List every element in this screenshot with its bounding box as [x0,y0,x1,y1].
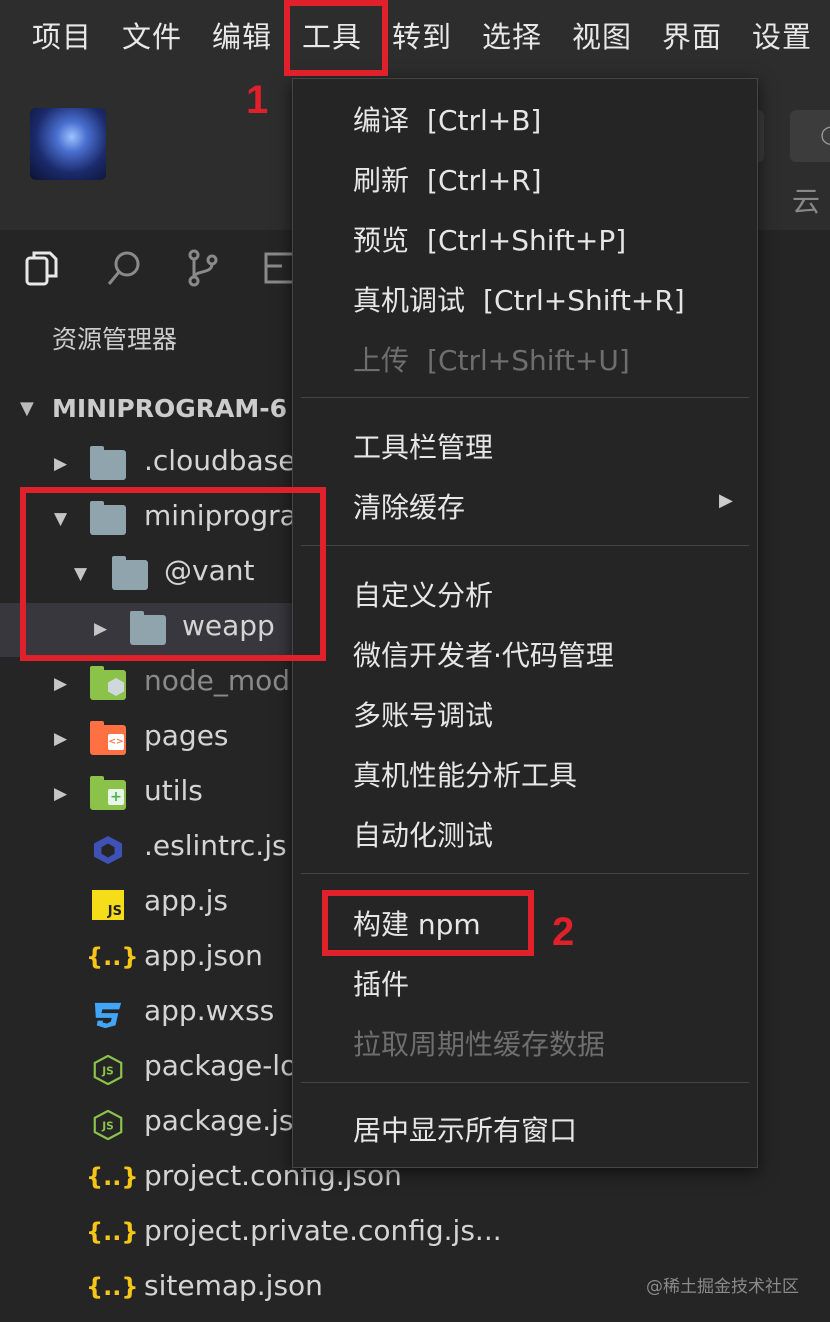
pages-folder-icon: <> [90,721,126,755]
eslint-icon [93,835,123,865]
tree-item-label: sitemap.json [144,1269,323,1302]
explorer-title: 资源管理器 [52,325,178,354]
menu-item-code-management[interactable]: 微信开发者·代码管理 [353,634,614,674]
json-icon: {..} [86,943,139,971]
menu-item-preview[interactable]: 预览 [Ctrl+Shift+P] [353,219,626,259]
tree-item-label: package.js [144,1104,294,1137]
menu-bar: 项目 文件 编辑 工具 转到 选择 视图 界面 设置 [0,0,830,78]
menu-view[interactable]: 视图 [572,14,632,56]
menu-item-real-device-debug[interactable]: 真机调试 [Ctrl+Shift+R] [353,279,685,319]
toolbar-search-button[interactable]: ○ [790,110,830,162]
menu-item-automation-test[interactable]: 自动化测试 [353,814,493,854]
watermark: @稀土掘金技术社区 [646,1277,799,1297]
search-icon: ○ [820,120,830,148]
files-icon[interactable] [22,248,62,288]
tree-item-label: utils [144,774,203,807]
menu-project[interactable]: 项目 [32,14,92,56]
menu-item-center-windows[interactable]: 居中显示所有窗口 [353,1109,577,1149]
svg-text:JS: JS [101,1065,114,1077]
menu-goto[interactable]: 转到 [392,14,452,56]
chevron-right-icon: ▶ [719,490,733,511]
menu-settings[interactable]: 设置 [752,14,812,56]
chevron-right-icon: ▶ [54,454,68,474]
json-icon: {..} [86,1218,139,1246]
css-icon [94,1002,122,1029]
shortcut-label: [Ctrl+R] [427,164,542,197]
menu-item-upload: 上传 [Ctrl+Shift+U] [353,344,630,377]
step-number-2: 2 [552,910,575,954]
menu-separator [301,1082,749,1083]
menu-separator [301,397,749,398]
node-folder-icon [90,666,126,700]
tree-item-label: app.js [144,884,228,917]
tree-item-sitemap[interactable]: {..} sitemap.json [0,1263,500,1317]
menu-edit[interactable]: 编辑 [212,14,272,56]
menu-item-refresh[interactable]: 刷新 [Ctrl+R] [353,159,542,199]
tree-item-project-private-config[interactable]: {..} project.private.config.js... [0,1208,502,1262]
chevron-right-icon: ▶ [54,729,68,749]
menu-file[interactable]: 文件 [122,14,182,56]
tree-item-label: .cloudbase [144,444,296,477]
nodejs-icon: JS [93,1055,123,1085]
nodejs-icon: JS [93,1110,123,1140]
menu-item-custom-analysis[interactable]: 自定义分析 [353,574,493,614]
tree-item-label: app.wxss [144,994,275,1027]
menu-separator [301,873,749,874]
avatar[interactable] [30,108,106,180]
menu-item-multi-account-debug[interactable]: 多账号调试 [353,694,493,734]
tree-item-label: project.private.config.js... [144,1214,502,1247]
utils-folder-icon: + [90,776,126,810]
source-control-icon[interactable] [184,248,224,288]
menu-separator [301,545,749,546]
highlight-box-build-npm [322,890,534,956]
js-icon: JS [92,890,124,920]
menu-select[interactable]: 选择 [482,14,542,56]
json-icon: {..} [86,1163,139,1191]
json-icon: {..} [86,1273,139,1301]
menu-item-clear-cache[interactable]: 清除缓存 [353,486,465,526]
folder-icon [90,446,126,480]
highlight-box-vant-folder [20,487,326,661]
shortcut-label: [Ctrl+Shift+U] [427,344,630,377]
highlight-box-tools-menu [284,0,388,76]
shortcut-label: [Ctrl+Shift+R] [483,284,685,317]
menu-interface[interactable]: 界面 [662,14,722,56]
toolbar-cloud-label: 云 [792,185,821,218]
step-number-1: 1 [246,78,269,122]
menu-item-toolbar-manage[interactable]: 工具栏管理 [353,426,493,466]
chevron-right-icon: ▶ [54,674,68,694]
svg-text:JS: JS [101,1120,114,1132]
menu-item-plugins[interactable]: 插件 [353,963,409,1003]
menu-item-fetch-periodic-cache: 拉取周期性缓存数据 [353,1028,606,1061]
menu-item-performance-analysis[interactable]: 真机性能分析工具 [353,754,577,794]
shortcut-label: [Ctrl+Shift+P] [427,224,627,257]
shortcut-label: [Ctrl+B] [427,104,542,137]
chevron-down-icon: ▼ [20,398,34,419]
tools-dropdown-menu: 编译 [Ctrl+B] 刷新 [Ctrl+R] 预览 [Ctrl+Shift+P] 真… [292,78,758,1168]
menu-item-compile[interactable]: 编译 [Ctrl+B] [353,99,541,139]
tree-item-label: node_mod [144,664,291,697]
tree-item-label: package-lo [144,1049,298,1082]
tree-item-label: .eslintrc.js [144,829,287,862]
search-icon[interactable] [104,248,144,288]
tree-item-label: pages [144,719,229,752]
tree-item-label: app.json [144,939,263,972]
chevron-right-icon: ▶ [54,784,68,804]
project-name: MINIPROGRAM-6 [52,394,287,423]
